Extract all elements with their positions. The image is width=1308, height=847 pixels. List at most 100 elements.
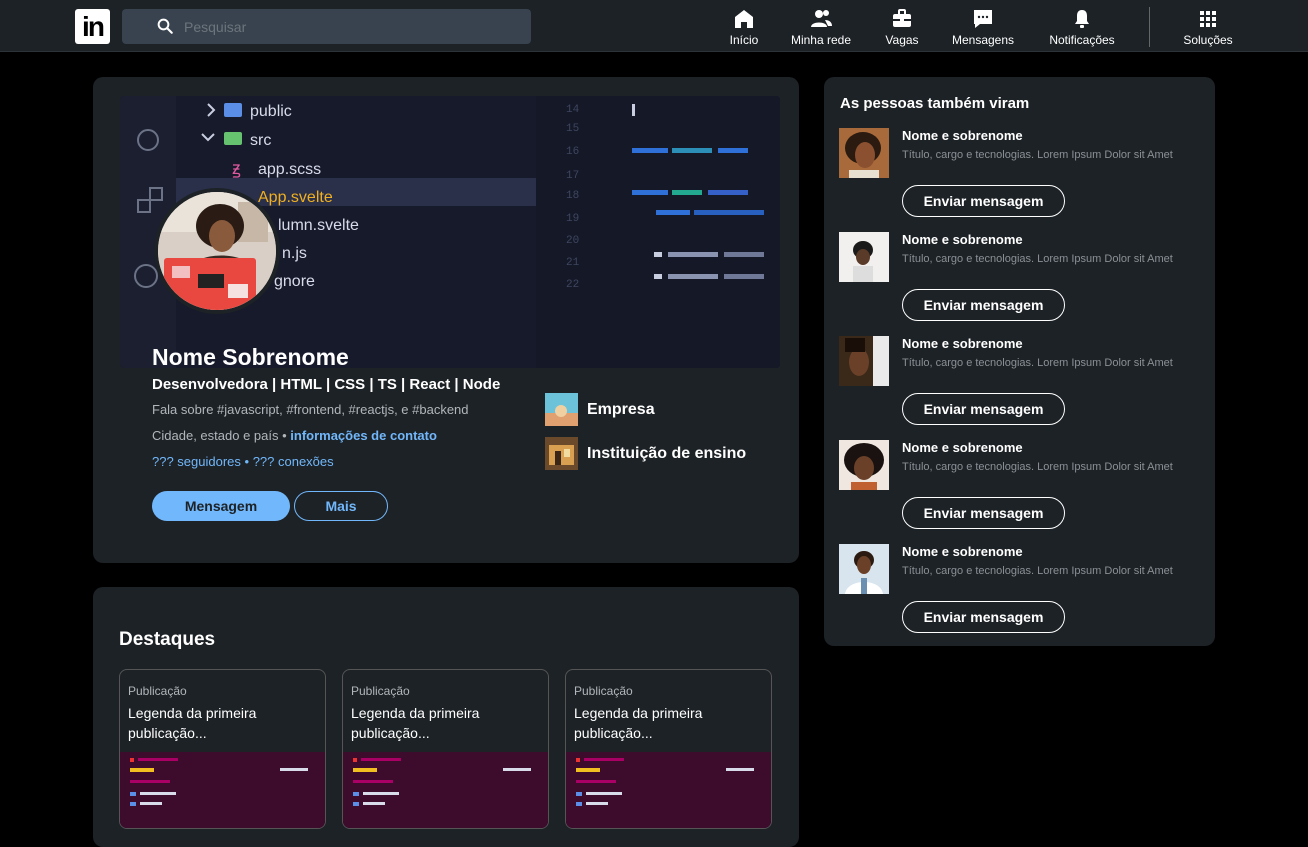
person-name[interactable]: Nome e sobrenome	[902, 544, 1023, 559]
company-name: Empresa	[587, 400, 655, 418]
person-description: Título, cargo e tecnologias. Lorem Ipsum…	[902, 253, 1173, 265]
person-avatar[interactable]	[839, 440, 889, 490]
profile-stats: ??? seguidores • ??? conexões	[152, 454, 334, 469]
banner-file-gitignore: gnore	[274, 273, 315, 290]
profile-photo	[158, 192, 276, 310]
school-logo	[545, 437, 578, 470]
highlight-thumbnail	[343, 752, 548, 828]
send-message-button[interactable]: Enviar mensagem	[902, 393, 1065, 425]
person-name[interactable]: Nome e sobrenome	[902, 440, 1023, 455]
send-message-button[interactable]: Enviar mensagem	[902, 185, 1065, 217]
highlights-title: Destaques	[119, 629, 216, 650]
person-avatar[interactable]	[839, 544, 889, 594]
line-number: 20	[566, 235, 579, 247]
profile-location-line: Cidade, estado e país • informações de c…	[152, 428, 437, 443]
top-navigation-bar: in Início Minha rede Vagas Mensagens Not…	[0, 0, 1308, 52]
home-icon	[735, 10, 753, 28]
person-name[interactable]: Nome e sobrenome	[902, 336, 1023, 351]
contact-info-link[interactable]: informações de contato	[290, 428, 437, 443]
search-input[interactable]	[184, 9, 514, 44]
highlight-caption: Legenda da primeira publicação...	[351, 705, 480, 741]
nav-my-network-label: Minha rede	[790, 33, 852, 47]
separator: •	[278, 428, 291, 443]
highlight-thumbnail	[566, 752, 771, 828]
highlight-caption: Legenda da primeira publicação...	[128, 705, 257, 741]
line-number: 19	[566, 213, 579, 225]
briefcase-icon	[893, 9, 911, 27]
suggested-person: Nome e sobrenome Título, cargo e tecnolo…	[839, 232, 1209, 332]
person-description: Título, cargo e tecnologias. Lorem Ipsum…	[902, 565, 1173, 577]
bell-icon	[1075, 10, 1089, 28]
nav-solutions[interactable]: Soluções	[1176, 0, 1240, 52]
nav-jobs-label: Vagas	[885, 33, 919, 47]
nav-home[interactable]: Início	[724, 0, 764, 52]
banner-file-column-svelte: lumn.svelte	[278, 217, 359, 234]
highlight-thumbnail	[120, 752, 325, 828]
highlight-item[interactable]: Publicação Legenda da primeira publicaçã…	[342, 669, 549, 829]
school-link[interactable]: Instituição de ensino	[545, 437, 746, 470]
person-name[interactable]: Nome e sobrenome	[902, 232, 1023, 247]
nav-messages-label: Mensagens	[951, 33, 1015, 47]
highlights-card: Destaques Publicação Legenda da primeira…	[93, 587, 799, 847]
separator: •	[240, 454, 253, 469]
person-name[interactable]: Nome e sobrenome	[902, 128, 1023, 143]
person-description: Título, cargo e tecnologias. Lorem Ipsum…	[902, 461, 1173, 473]
banner-file-app-scss: app.scss	[258, 161, 321, 178]
nav-messages[interactable]: Mensagens	[946, 0, 1020, 52]
line-number: 18	[566, 190, 579, 202]
followers-link[interactable]: ??? seguidores	[152, 454, 241, 469]
person-avatar[interactable]	[839, 128, 889, 178]
person-description: Título, cargo e tecnologias. Lorem Ipsum…	[902, 357, 1173, 369]
message-icon	[974, 10, 992, 28]
send-message-button[interactable]: Enviar mensagem	[902, 601, 1065, 633]
profile-about: Fala sobre #javascript, #frontend, #reac…	[152, 402, 469, 417]
people-also-viewed-title: As pessoas também viram	[840, 95, 1030, 112]
send-message-button[interactable]: Enviar mensagem	[902, 497, 1065, 529]
profile-location: Cidade, estado e país	[152, 428, 279, 443]
nav-my-network[interactable]: Minha rede	[786, 0, 856, 52]
profile-card: public src ꙃ app.scss App.svelte lumn.sv…	[93, 77, 799, 563]
profile-name: Nome Sobrenome	[152, 344, 349, 370]
sass-icon: ꙃ	[232, 158, 241, 178]
suggested-person: Nome e sobrenome Título, cargo e tecnolo…	[839, 336, 1209, 436]
banner-folder-src: src	[250, 132, 271, 149]
suggested-person: Nome e sobrenome Título, cargo e tecnolo…	[839, 128, 1209, 228]
connections-link[interactable]: ??? conexões	[253, 454, 334, 469]
company-link[interactable]: Empresa	[545, 393, 655, 426]
people-also-viewed-card: As pessoas também viram Nome e sobrenome…	[824, 77, 1215, 646]
highlight-type: Publicação	[574, 684, 633, 698]
suggested-person: Nome e sobrenome Título, cargo e tecnolo…	[839, 440, 1209, 540]
nav-jobs[interactable]: Vagas	[880, 0, 924, 52]
profile-headline: Desenvolvedora | HTML | CSS | TS | React…	[152, 376, 501, 393]
highlight-type: Publicação	[128, 684, 187, 698]
network-icon	[811, 10, 832, 27]
more-button[interactable]: Mais	[294, 491, 388, 521]
search-box[interactable]	[122, 9, 531, 44]
line-number: 17	[566, 170, 579, 182]
send-message-button[interactable]: Enviar mensagem	[902, 289, 1065, 321]
highlight-item[interactable]: Publicação Legenda da primeira publicaçã…	[565, 669, 772, 829]
highlight-type: Publicação	[351, 684, 410, 698]
banner-folder-public: public	[250, 103, 292, 120]
nav-home-label: Início	[729, 33, 759, 47]
company-logo	[545, 393, 578, 426]
highlight-item[interactable]: Publicação Legenda da primeira publicaçã…	[119, 669, 326, 829]
highlight-caption: Legenda da primeira publicação...	[574, 705, 703, 741]
suggested-person: Nome e sobrenome Título, cargo e tecnolo…	[839, 544, 1209, 644]
search-icon	[157, 18, 173, 34]
person-avatar[interactable]	[839, 336, 889, 386]
line-number: 15	[566, 123, 579, 135]
line-number: 14	[566, 104, 580, 116]
person-description: Título, cargo e tecnologias. Lorem Ipsum…	[902, 149, 1173, 161]
linkedin-logo[interactable]: in	[75, 9, 110, 44]
line-number: 21	[566, 257, 580, 269]
message-button[interactable]: Mensagem	[152, 491, 290, 521]
nav-notifications-label: Notificações	[1049, 33, 1115, 47]
nav-divider	[1149, 7, 1150, 47]
banner-file-app-svelte: App.svelte	[258, 189, 333, 206]
nav-notifications[interactable]: Notificações	[1042, 0, 1122, 52]
profile-avatar[interactable]	[154, 188, 280, 314]
person-avatar[interactable]	[839, 232, 889, 282]
line-number: 16	[566, 146, 579, 158]
nav-solutions-label: Soluções	[1183, 33, 1233, 47]
